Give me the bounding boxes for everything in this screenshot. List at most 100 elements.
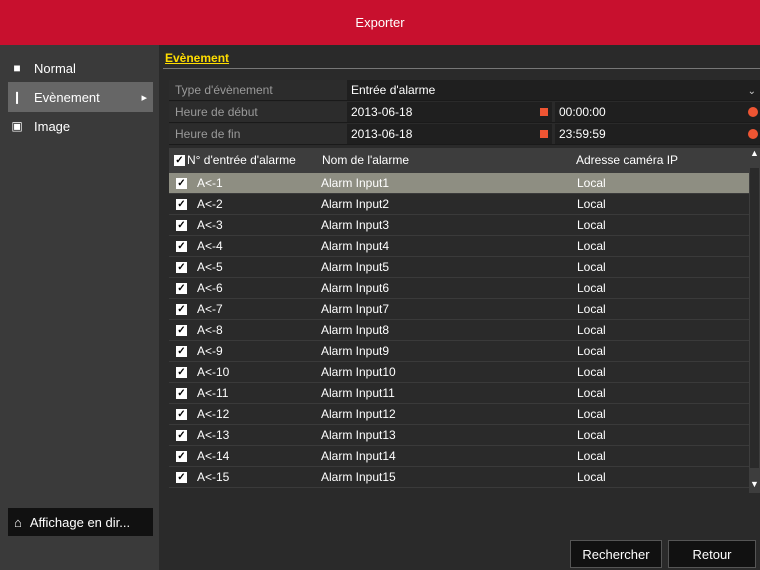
alarm-name-cell: Alarm Input1 <box>321 176 390 190</box>
row-checkbox[interactable]: ✓ <box>176 429 187 441</box>
alarm-input-number: A<-13 <box>197 428 230 442</box>
alarm-name-cell: Alarm Input11 <box>321 386 395 400</box>
row-checkbox[interactable]: ✓ <box>176 450 187 462</box>
end-date-field[interactable]: 2013-06-18 <box>347 124 552 144</box>
ip-camera-address-cell: Local <box>577 197 606 211</box>
sidebar-item-evenement[interactable]: ❙ Evènement ▸ <box>8 82 153 112</box>
alarm-input-number-cell: ✓ A<-2 <box>169 197 317 211</box>
table-row[interactable]: ✓ A<-10 Alarm Input10 Local <box>169 362 749 383</box>
alarm-input-number-cell: ✓ A<-10 <box>169 365 317 379</box>
alarm-input-number: A<-11 <box>197 386 229 400</box>
table-row[interactable]: ✓ A<-14 Alarm Input14 Local <box>169 446 749 467</box>
alarm-input-number: A<-15 <box>197 470 230 484</box>
search-button[interactable]: Rechercher <box>570 540 662 568</box>
table-row[interactable]: ✓ A<-3 Alarm Input3 Local <box>169 215 749 236</box>
row-checkbox[interactable]: ✓ <box>176 471 187 483</box>
header-alarm-input-number[interactable]: ✓ N° d'entrée d'alarme <box>169 148 317 173</box>
table-row[interactable]: ✓ A<-1 Alarm Input1 Local <box>169 173 749 194</box>
alarm-input-number-cell: ✓ A<-6 <box>169 281 317 295</box>
table-header: ✓ N° d'entrée d'alarme Nom de l'alarme Ad… <box>169 148 749 173</box>
table-row[interactable]: ✓ A<-5 Alarm Input5 Local <box>169 257 749 278</box>
alarm-name-cell: Alarm Input3 <box>321 218 390 232</box>
table-row[interactable]: ✓ A<-8 Alarm Input8 Local <box>169 320 749 341</box>
sidebar-item-label: Normal <box>34 60 76 76</box>
alarm-input-number: A<-1 <box>197 176 223 190</box>
row-checkbox[interactable]: ✓ <box>176 324 187 336</box>
row-checkbox[interactable]: ✓ <box>176 345 187 357</box>
event-type-label: Type d'évènement <box>169 80 347 100</box>
table-scrollbar[interactable]: ▲ ▼ <box>749 148 760 493</box>
table-row[interactable]: ✓ A<-12 Alarm Input12 Local <box>169 404 749 425</box>
alarm-input-number-cell: ✓ A<-7 <box>169 302 317 316</box>
end-time-field[interactable]: 23:59:59 <box>555 124 760 144</box>
row-checkbox[interactable]: ✓ <box>176 177 187 189</box>
sidebar-item-label: Evènement <box>34 89 100 105</box>
alarm-input-number-cell: ✓ A<-14 <box>169 449 317 463</box>
alarm-input-number: A<-2 <box>197 197 223 211</box>
live-view-button[interactable]: ⌂ Affichage en dir... <box>8 508 153 536</box>
tab-evenement[interactable]: Evènement <box>165 51 229 65</box>
back-button[interactable]: Retour <box>668 540 756 568</box>
row-checkbox[interactable]: ✓ <box>176 261 187 273</box>
image-icon: ▣ <box>11 119 23 133</box>
table-row[interactable]: ✓ A<-15 Alarm Input15 Local <box>169 467 749 488</box>
end-time-label: Heure de fin <box>169 124 347 144</box>
row-checkbox[interactable]: ✓ <box>176 366 187 378</box>
ip-camera-address-cell: Local <box>577 323 606 337</box>
ip-camera-address-cell: Local <box>577 386 606 400</box>
header-ip-camera-address[interactable]: Adresse caméra IP <box>571 148 749 173</box>
table-row[interactable]: ✓ A<-9 Alarm Input9 Local <box>169 341 749 362</box>
table-row[interactable]: ✓ A<-13 Alarm Input13 Local <box>169 425 749 446</box>
sidebar: ■ Normal ❙ Evènement ▸ ▣ Image <box>0 45 159 570</box>
row-checkbox[interactable]: ✓ <box>176 303 187 315</box>
row-checkbox[interactable]: ✓ <box>176 408 187 420</box>
end-time-value: 23:59:59 <box>559 127 606 141</box>
event-type-row: Type d'évènement Entrée d'alarme ⌄ <box>169 80 760 101</box>
start-time-field[interactable]: 00:00:00 <box>555 102 760 122</box>
scroll-up-icon[interactable]: ▲ <box>749 148 760 162</box>
chevron-right-icon: ▸ <box>141 91 147 104</box>
alarm-input-number-cell: ✓ A<-12 <box>169 407 317 421</box>
folder-icon: ■ <box>13 61 21 75</box>
row-checkbox[interactable]: ✓ <box>176 198 187 210</box>
table-row[interactable]: ✓ A<-6 Alarm Input6 Local <box>169 278 749 299</box>
row-checkbox[interactable]: ✓ <box>176 387 187 399</box>
start-time-label: Heure de début <box>169 102 347 122</box>
row-checkbox[interactable]: ✓ <box>176 219 187 231</box>
calendar-icon[interactable] <box>540 130 548 138</box>
alarm-input-number-cell: ✓ A<-11 <box>169 386 317 400</box>
alarm-name-cell: Alarm Input4 <box>321 239 390 253</box>
start-date-field[interactable]: 2013-06-18 <box>347 102 552 122</box>
table-row[interactable]: ✓ A<-7 Alarm Input7 Local <box>169 299 749 320</box>
clock-icon[interactable] <box>748 107 758 117</box>
table-row[interactable]: ✓ A<-11 Alarm Input11 Local <box>169 383 749 404</box>
alarm-name-cell: Alarm Input2 <box>321 197 390 211</box>
alarm-input-number: A<-10 <box>197 365 230 379</box>
row-checkbox[interactable]: ✓ <box>176 282 187 294</box>
ip-camera-address-cell: Local <box>577 428 606 442</box>
alarm-name-cell: Alarm Input7 <box>321 302 390 316</box>
sidebar-item-normal[interactable]: ■ Normal <box>8 53 153 83</box>
alarm-name-cell: Alarm Input8 <box>321 323 390 337</box>
window-title: Exporter <box>355 15 405 30</box>
alarm-input-number: A<-5 <box>197 260 223 274</box>
table-row[interactable]: ✓ A<-4 Alarm Input4 Local <box>169 236 749 257</box>
alarm-input-number: A<-12 <box>197 407 230 421</box>
event-type-value: Entrée d'alarme <box>351 83 436 97</box>
row-checkbox[interactable]: ✓ <box>176 240 187 252</box>
table-row[interactable]: ✓ A<-2 Alarm Input2 Local <box>169 194 749 215</box>
scroll-down-icon[interactable]: ▼ <box>749 479 760 493</box>
ip-camera-address-cell: Local <box>577 218 606 232</box>
sidebar-item-image[interactable]: ▣ Image <box>8 111 153 141</box>
calendar-icon[interactable] <box>540 108 548 116</box>
select-all-checkbox[interactable]: ✓ <box>174 155 185 167</box>
alarm-input-number-cell: ✓ A<-5 <box>169 260 317 274</box>
alarm-input-number: A<-9 <box>197 344 223 358</box>
header-alarm-name[interactable]: Nom de l'alarme <box>317 148 571 173</box>
alarm-input-number: A<-8 <box>197 323 223 337</box>
scroll-thumb[interactable] <box>750 168 759 468</box>
alarm-input-number: A<-3 <box>197 218 223 232</box>
alarm-input-number: A<-14 <box>197 449 230 463</box>
event-type-select[interactable]: Entrée d'alarme ⌄ <box>347 80 760 100</box>
clock-icon[interactable] <box>748 129 758 139</box>
